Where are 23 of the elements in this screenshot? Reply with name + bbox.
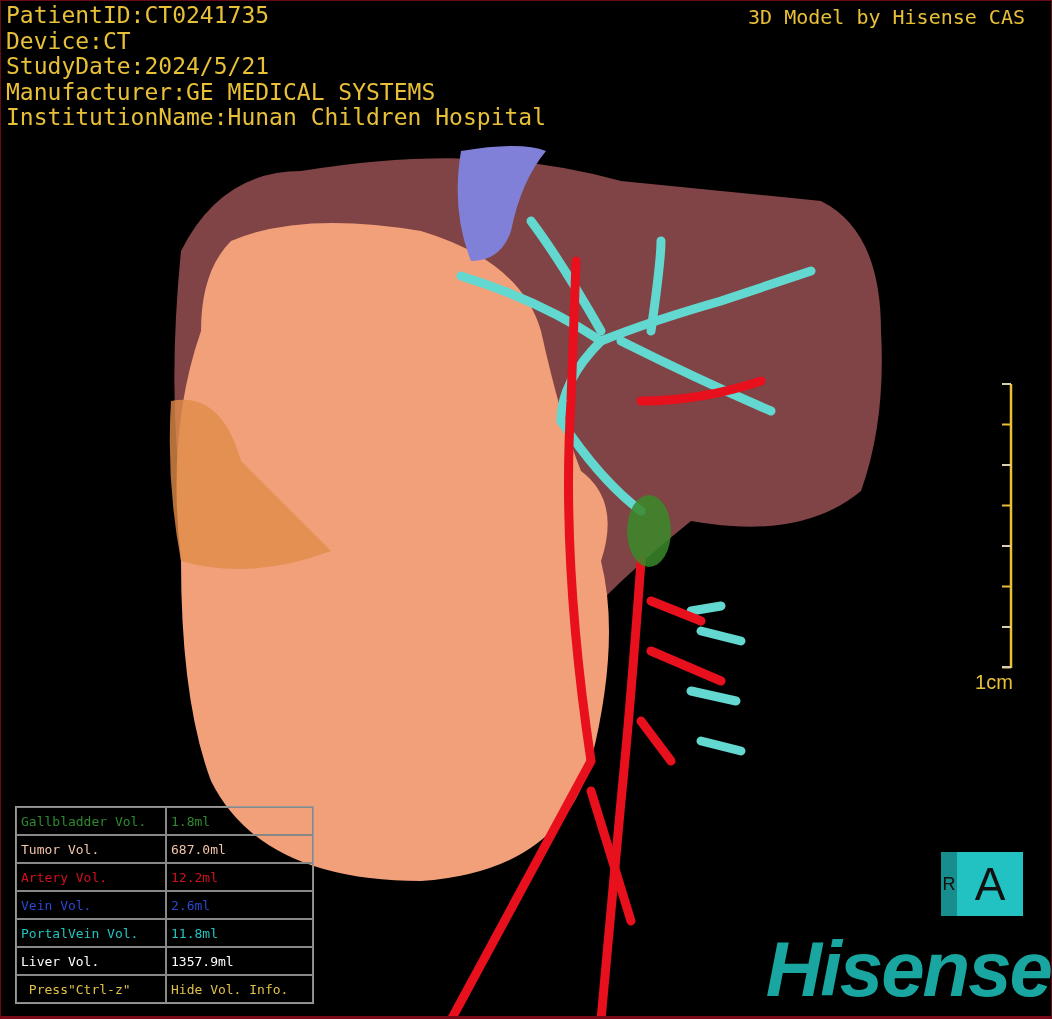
volume-label: Gallbladder Vol. — [16, 807, 166, 835]
logo: Hisense — [765, 934, 1051, 1004]
volume-label: Tumor Vol. — [16, 835, 166, 863]
volume-value: 11.8ml — [166, 919, 313, 947]
scale-label: 1cm — [975, 670, 1013, 694]
volume-value: 1357.9ml — [166, 947, 313, 975]
shortcut-action: Hide Vol. Info. — [166, 975, 313, 1003]
study-info-text: StudyDate:2024/5/21 — [6, 54, 271, 80]
credit-text: 3D Model by Hisense CAS — [748, 4, 1025, 31]
volume-label: PortalVein Vol. — [16, 919, 166, 947]
study-info-text: Manufacturer:GE MEDICAL SYSTEMS — [6, 79, 437, 105]
volume-value: 687.0ml — [166, 835, 313, 863]
volume-label: Artery Vol. — [16, 863, 166, 891]
volume-label: Liver Vol. — [16, 947, 166, 975]
volume-value: 2.6ml — [166, 891, 313, 919]
scale-bar-icon — [999, 382, 1013, 669]
volume-label: Vein Vol. — [16, 891, 166, 919]
volume-value: 1.8ml — [166, 807, 313, 835]
study-info-text: PatientID:CT0241735 — [6, 3, 271, 29]
volume-value: 12.2ml — [166, 863, 313, 891]
shortcut-hint: Press"Ctrl-z" — [16, 975, 166, 1003]
study-info-text: Device:CT — [6, 28, 132, 54]
study-info-text: InstitutionName:Hunan Children Hospital — [6, 105, 547, 131]
